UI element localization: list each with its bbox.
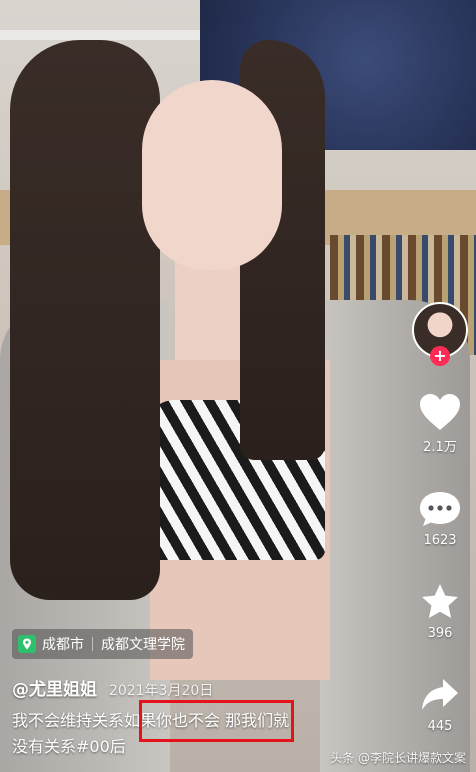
- like-count: 2.1万: [423, 440, 457, 455]
- red-highlight-box: [139, 700, 294, 742]
- favorite-count: 396: [427, 626, 453, 641]
- hair-left: [10, 40, 160, 600]
- heart-icon: [420, 394, 460, 430]
- location-divider: [92, 637, 93, 651]
- favorite-button[interactable]: 396: [412, 582, 468, 641]
- comment-icon: [420, 492, 460, 526]
- action-rail: + 2.1万 1623 396 445: [412, 302, 468, 734]
- author-line: @尤里姐姐 2021年3月20日: [12, 675, 213, 700]
- watermark: 头条 @李院长讲爆款文案: [330, 751, 466, 765]
- star-icon: [422, 584, 458, 618]
- bed-rail: [0, 30, 200, 40]
- share-arrow-icon: [422, 679, 458, 710]
- face: [142, 80, 282, 270]
- location-pin-icon: [18, 635, 36, 653]
- author-avatar[interactable]: +: [412, 302, 468, 366]
- comment-count: 1623: [423, 533, 457, 548]
- like-button[interactable]: 2.1万: [412, 392, 468, 455]
- location-tag[interactable]: 成都市 成都文理学院: [12, 629, 193, 659]
- caption-line1-a: 我不会维持关系: [12, 711, 125, 730]
- caption-line2: 没有关系#00后: [12, 737, 126, 756]
- comment-button[interactable]: 1623: [412, 489, 468, 548]
- post-date: 2021年3月20日: [108, 683, 214, 699]
- author-handle[interactable]: @尤里姐姐: [12, 680, 97, 700]
- location-place: 成都文理学院: [101, 637, 185, 653]
- share-button[interactable]: 445: [412, 675, 468, 734]
- share-count: 445: [427, 719, 453, 734]
- location-city: 成都市: [42, 637, 84, 653]
- follow-button[interactable]: +: [430, 346, 450, 366]
